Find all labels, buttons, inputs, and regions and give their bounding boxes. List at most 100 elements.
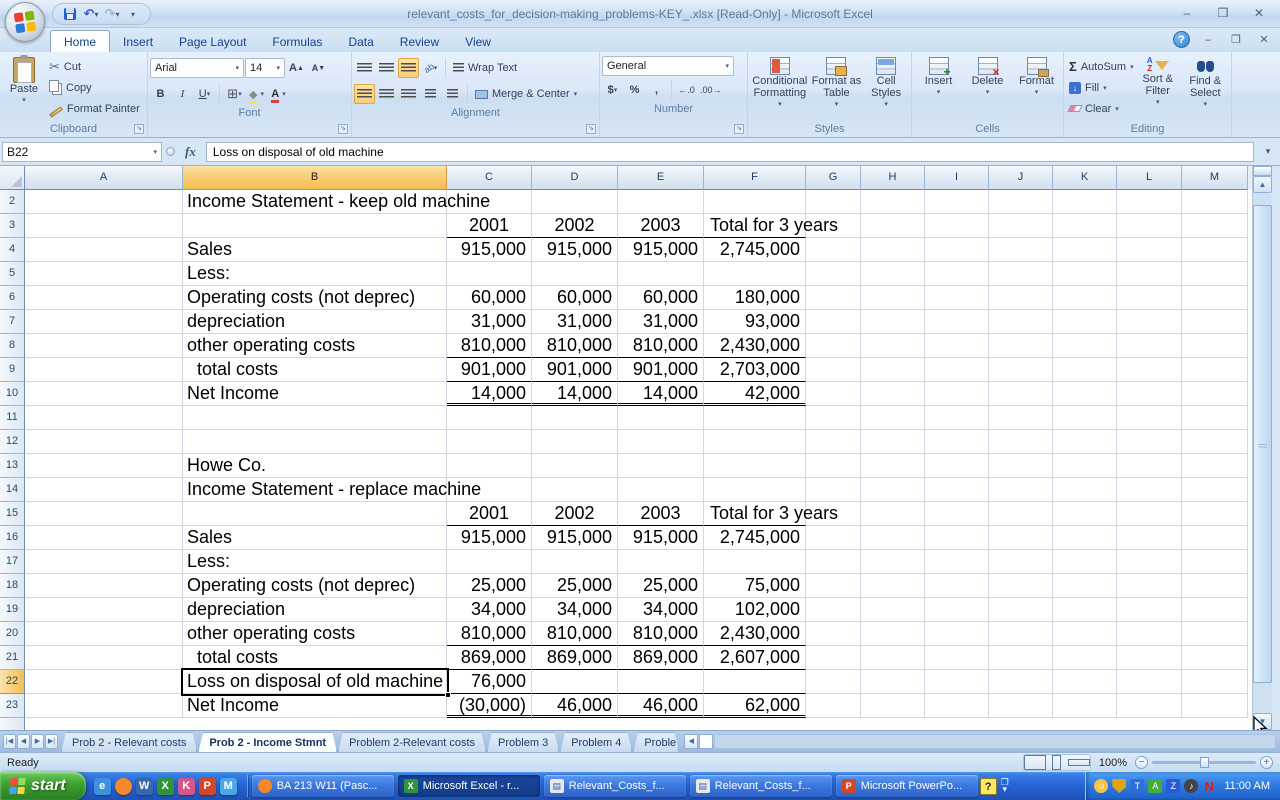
cell-L5[interactable] [1117,262,1182,286]
cell-C3[interactable]: 2001 [447,214,532,238]
start-button[interactable]: start [0,772,86,800]
cell-F16[interactable]: 2,745,000 [704,526,806,550]
cell-E20[interactable]: 810,000 [618,622,704,646]
cell-D17[interactable] [532,550,618,574]
cell-D5[interactable] [532,262,618,286]
last-sheet-button[interactable]: ▶| [45,734,58,749]
sheet-tab-problem-4[interactable]: Problem 4 [560,732,632,752]
cell-J17[interactable] [989,550,1053,574]
cell-E17[interactable] [618,550,704,574]
clear-button[interactable]: Clear▾ [1066,98,1134,119]
cell-E8[interactable]: 810,000 [618,334,704,358]
cell-I3[interactable] [925,214,989,238]
cell-F23[interactable]: 62,000 [704,694,806,718]
column-header-g[interactable]: G [806,166,861,190]
cell-B19[interactable]: depreciation [183,598,447,622]
cell-M9[interactable] [1182,358,1248,382]
cell-A4[interactable] [25,238,183,262]
cell-F21[interactable]: 2,607,000 [704,646,806,670]
cell-J13[interactable] [989,454,1053,478]
cell-M11[interactable] [1182,406,1248,430]
cell-A3[interactable] [25,214,183,238]
column-header-f[interactable]: F [704,166,806,190]
cell-K4[interactable] [1053,238,1117,262]
cell-H12[interactable] [861,430,925,454]
cell-H13[interactable] [861,454,925,478]
cell-C4[interactable]: 915,000 [447,238,532,262]
cell-J21[interactable] [989,646,1053,670]
cell-I23[interactable] [925,694,989,718]
sheet-tab-problem-2-relevant-costs[interactable]: Problem 2-Relevant costs [338,732,486,752]
column-header-a[interactable]: A [25,166,183,190]
cell-D20[interactable]: 810,000 [532,622,618,646]
hscroll-left-button[interactable]: ◀ [684,734,698,749]
tab-formulas[interactable]: Formulas [259,31,335,52]
zoom-out-button[interactable]: − [1135,756,1148,769]
cell-K17[interactable] [1053,550,1117,574]
cell-M13[interactable] [1182,454,1248,478]
cell-J18[interactable] [989,574,1053,598]
cell-F4[interactable]: 2,745,000 [704,238,806,262]
cell-B5[interactable]: Less: [183,262,447,286]
bold-button[interactable]: B [150,84,171,104]
cell-M18[interactable] [1182,574,1248,598]
cell-I6[interactable] [925,286,989,310]
restore-button[interactable]: ❐ [1210,4,1236,22]
cell-M3[interactable] [1182,214,1248,238]
cell-M4[interactable] [1182,238,1248,262]
cell-A2[interactable] [25,190,183,214]
cell-E4[interactable]: 915,000 [618,238,704,262]
hscroll-track[interactable] [714,734,1276,749]
cell-H4[interactable] [861,238,925,262]
row-header-5[interactable]: 5 [0,262,25,286]
cell-D12[interactable] [532,430,618,454]
zoom-level[interactable]: 100% [1099,757,1127,769]
delete-cells-button[interactable]: Delete▾ [966,54,1010,122]
cell-I2[interactable] [925,190,989,214]
cell-E14[interactable] [618,478,704,502]
find-select-button[interactable]: Find & Select▾ [1182,54,1230,122]
cell-C22[interactable]: 76,000 [447,670,532,694]
align-left-button[interactable] [354,84,375,104]
increase-decimal-button[interactable]: ←.0 [676,80,697,100]
scroll-up-button[interactable]: ▲ [1253,176,1272,193]
column-header-k[interactable]: K [1053,166,1117,190]
number-dialog-launcher[interactable]: ⇘ [734,124,744,134]
cell-C5[interactable] [447,262,532,286]
cell-K23[interactable] [1053,694,1117,718]
cell-A8[interactable] [25,334,183,358]
page-layout-view-button[interactable] [1046,755,1068,770]
cell-A14[interactable] [25,478,183,502]
cell-L15[interactable] [1117,502,1182,526]
cell-I14[interactable] [925,478,989,502]
font-color-button[interactable]: A▾ [268,84,289,104]
cell-G10[interactable] [806,382,861,406]
cell-J15[interactable] [989,502,1053,526]
cell-J16[interactable] [989,526,1053,550]
font-size-select[interactable]: 14▾ [245,58,285,78]
cell-A13[interactable] [25,454,183,478]
cell-E23[interactable]: 46,000 [618,694,704,718]
row-header-8[interactable]: 8 [0,334,25,358]
cell-M7[interactable] [1182,310,1248,334]
select-all-button[interactable] [0,166,25,190]
cell-K18[interactable] [1053,574,1117,598]
active-cell-border[interactable] [181,668,449,696]
cell-E7[interactable]: 31,000 [618,310,704,334]
cell-G2[interactable] [806,190,861,214]
cell-G14[interactable] [806,478,861,502]
cell-B8[interactable]: other operating costs [183,334,447,358]
key-icon[interactable]: K [178,778,195,795]
cell-J6[interactable] [989,286,1053,310]
cell-A23[interactable] [25,694,183,718]
cell-L6[interactable] [1117,286,1182,310]
cell-A10[interactable] [25,382,183,406]
vertical-scroll-thumb[interactable] [1253,205,1272,683]
cell-F22[interactable] [704,670,806,694]
cell-D8[interactable]: 810,000 [532,334,618,358]
cell-B21[interactable]: total costs [183,646,447,670]
cell-F5[interactable] [704,262,806,286]
cell-L19[interactable] [1117,598,1182,622]
name-box[interactable]: B22▾ [2,142,162,162]
office-button[interactable] [5,2,45,42]
